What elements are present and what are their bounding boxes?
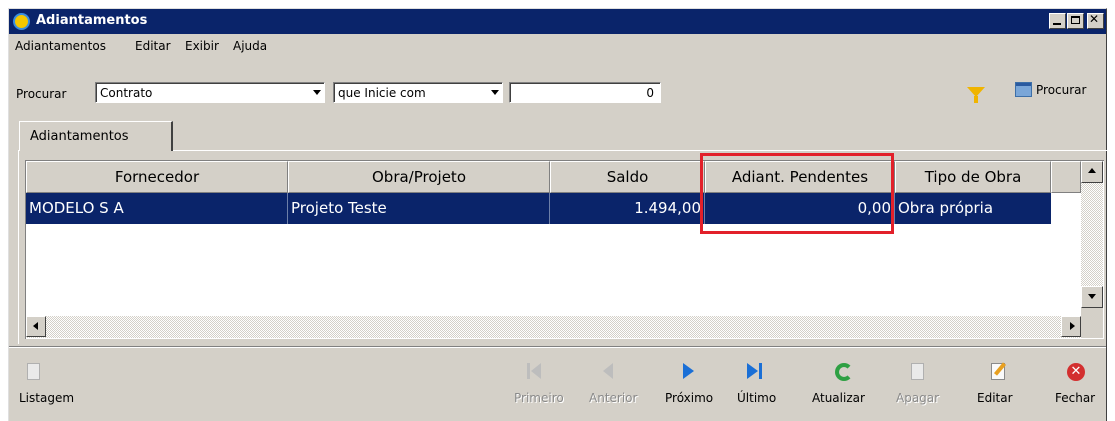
arrow-left-icon bbox=[33, 322, 38, 330]
menu-adiantamentos[interactable]: Adiantamentos bbox=[15, 39, 106, 53]
menu-exibir[interactable]: Exibir bbox=[185, 39, 219, 53]
cell-saldo: 1.494,00 bbox=[550, 193, 705, 224]
primeiro-button[interactable]: Primeiro bbox=[507, 357, 567, 407]
grid-header: Fornecedor Obra/Projeto Saldo Adiant. Pe… bbox=[26, 161, 1081, 193]
first-record-icon bbox=[527, 363, 543, 379]
primeiro-label: Primeiro bbox=[514, 391, 564, 405]
fechar-button[interactable]: ✕ Fechar bbox=[1047, 357, 1107, 407]
maximize-button[interactable] bbox=[1067, 13, 1084, 29]
arrow-up-icon bbox=[1088, 168, 1096, 173]
next-icon bbox=[683, 363, 694, 379]
refresh-icon bbox=[835, 363, 853, 381]
procurar-button-label: Procurar bbox=[1036, 83, 1087, 97]
last-record-icon bbox=[747, 363, 763, 379]
previous-icon bbox=[603, 363, 613, 379]
ultimo-label: Último bbox=[737, 391, 777, 405]
edit-icon bbox=[991, 363, 1005, 380]
data-grid: Fornecedor Obra/Projeto Saldo Adiant. Pe… bbox=[25, 160, 1104, 339]
highlight-box bbox=[700, 153, 894, 234]
search-value-input[interactable]: 0 bbox=[509, 82, 661, 103]
listagem-button[interactable]: Listagem bbox=[19, 357, 79, 407]
menu-bar: Adiantamentos Editar Exibir Ajuda bbox=[9, 35, 1106, 57]
arrow-right-icon bbox=[1070, 322, 1075, 330]
tab-adiantamentos[interactable]: Adiantamentos bbox=[19, 121, 173, 151]
dropdown-arrow-icon bbox=[491, 90, 499, 95]
anterior-label: Anterior bbox=[589, 391, 638, 405]
window-search-icon bbox=[1015, 82, 1032, 97]
apagar-button[interactable]: Apagar bbox=[889, 357, 949, 407]
scroll-down-button[interactable] bbox=[1081, 286, 1103, 308]
cell-obra-projeto: Projeto Teste bbox=[288, 193, 550, 224]
listagem-label: Listagem bbox=[19, 391, 75, 405]
ultimo-button[interactable]: Último bbox=[729, 357, 789, 407]
fechar-label: Fechar bbox=[1055, 391, 1096, 405]
main-window: Adiantamentos ✕ Adiantamentos Editar Exi… bbox=[8, 8, 1108, 421]
atualizar-button[interactable]: Atualizar bbox=[809, 357, 879, 407]
procurar-button[interactable]: Procurar bbox=[1012, 79, 1098, 101]
search-operator-value: que Inicie com bbox=[338, 86, 426, 100]
search-value-text: 0 bbox=[646, 86, 654, 100]
arrow-down-icon bbox=[1088, 294, 1096, 299]
table-row[interactable]: MODELO S A Projeto Teste 1.494,00 0,00 O… bbox=[26, 193, 1051, 224]
scroll-corner bbox=[1081, 308, 1103, 338]
column-header-obra-projeto[interactable]: Obra/Projeto bbox=[288, 161, 550, 193]
menu-ajuda[interactable]: Ajuda bbox=[233, 39, 267, 53]
editar-label: Editar bbox=[977, 391, 1013, 405]
search-operator-select[interactable]: que Inicie com bbox=[333, 82, 503, 103]
cell-fornecedor: MODELO S A bbox=[26, 193, 288, 224]
minimize-button[interactable] bbox=[1049, 13, 1066, 29]
scroll-left-button[interactable] bbox=[26, 316, 46, 337]
dropdown-arrow-icon bbox=[313, 90, 321, 95]
document-icon bbox=[27, 363, 40, 380]
column-header-fornecedor[interactable]: Fornecedor bbox=[26, 161, 288, 193]
title-bar: Adiantamentos ✕ bbox=[9, 9, 1106, 34]
delete-document-icon bbox=[911, 363, 924, 380]
column-header-tipo-de-obra[interactable]: Tipo de Obra bbox=[895, 161, 1051, 193]
editar-button[interactable]: Editar bbox=[969, 357, 1029, 407]
apagar-label: Apagar bbox=[896, 391, 940, 405]
vertical-scrollbar[interactable] bbox=[1081, 161, 1103, 308]
proximo-button[interactable]: Próximo bbox=[657, 357, 717, 407]
scroll-up-button[interactable] bbox=[1081, 161, 1103, 183]
proximo-label: Próximo bbox=[665, 391, 714, 405]
atualizar-label: Atualizar bbox=[812, 391, 865, 405]
close-icon: ✕ bbox=[1067, 363, 1085, 381]
close-window-button[interactable]: ✕ bbox=[1087, 12, 1104, 29]
search-label: Procurar bbox=[16, 87, 67, 101]
anterior-button[interactable]: Anterior bbox=[583, 357, 643, 407]
tab-label: Adiantamentos bbox=[30, 129, 129, 144]
scroll-right-button[interactable] bbox=[1061, 316, 1081, 337]
window-title: Adiantamentos bbox=[36, 13, 148, 28]
cell-tipo-de-obra: Obra própria bbox=[898, 199, 994, 217]
toolbar-separator bbox=[9, 346, 1106, 348]
horizontal-scrollbar[interactable] bbox=[26, 316, 1081, 338]
menu-editar[interactable]: Editar bbox=[135, 39, 171, 53]
filter-icon[interactable] bbox=[967, 87, 985, 103]
app-icon bbox=[13, 13, 30, 30]
search-field-value: Contrato bbox=[100, 86, 153, 100]
column-header-saldo[interactable]: Saldo bbox=[550, 161, 705, 193]
column-header-empty bbox=[1051, 161, 1081, 193]
search-field-select[interactable]: Contrato bbox=[95, 82, 325, 103]
